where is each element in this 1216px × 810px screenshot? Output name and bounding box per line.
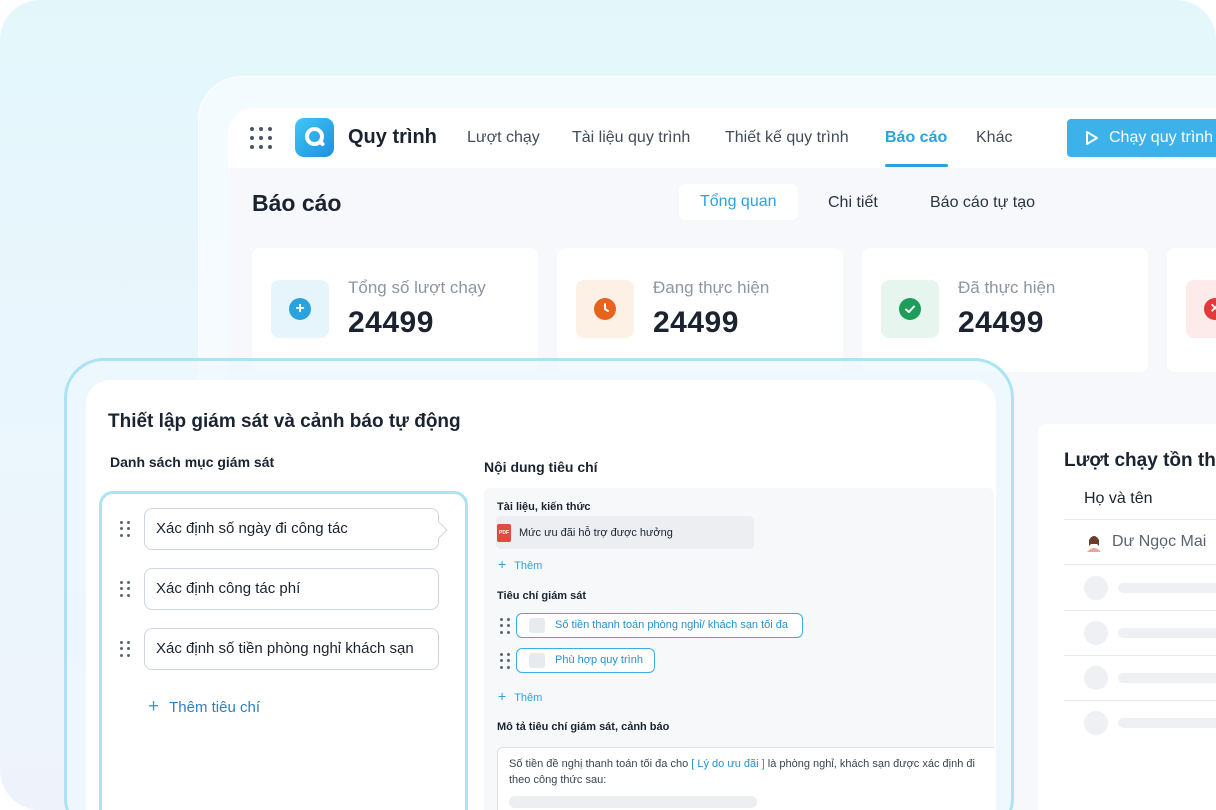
- monitor-item-phong-nghi[interactable]: Xác định số tiền phòng nghỉ khách sạn: [144, 628, 439, 670]
- drag-handle-icon[interactable]: [120, 581, 130, 597]
- column-header-name: Họ và tên: [1084, 490, 1153, 507]
- nav-bao-cao[interactable]: Báo cáo: [885, 129, 947, 147]
- nav-khac[interactable]: Khác: [976, 129, 1012, 147]
- monitor-list-label: Danh sách mục giám sát: [110, 454, 275, 470]
- play-icon: [1086, 131, 1098, 145]
- stat-label: Tổng số lượt chạy: [348, 278, 486, 297]
- doc-item-label: Mức ưu đãi hỗ trợ được hưởng: [519, 527, 673, 539]
- add-criterion-label: Thêm tiêu chí: [169, 699, 260, 716]
- stat-card-done: Đã thực hiện 24499: [862, 248, 1148, 372]
- check-icon: [881, 280, 939, 338]
- modal-title: Thiết lập giám sát và cảnh báo tự động: [108, 411, 461, 432]
- stat-card-in-progress: Đang thực hiện 24499: [557, 248, 843, 372]
- process-icon: [529, 653, 545, 668]
- add-doc-button[interactable]: + Thêm: [498, 556, 542, 572]
- add-criteria-label: Thêm: [514, 692, 543, 704]
- plus-icon: +: [498, 688, 507, 704]
- stat-card-cancelled: ×: [1167, 248, 1216, 372]
- criterion-chip-label: Phù hợp quy trình: [555, 654, 643, 666]
- running-list-title: Lượt chạy tồn th: [1064, 450, 1216, 471]
- tab-bao-cao-tu-tao[interactable]: Báo cáo tự tạo: [930, 194, 1035, 212]
- tab-tong-quan[interactable]: Tổng quan: [679, 184, 798, 220]
- add-criteria-button[interactable]: + Thêm: [498, 688, 542, 704]
- pdf-icon: PDF: [497, 524, 511, 542]
- description-text: Số tiền đề nghị thanh toán tối đa cho [ …: [509, 758, 975, 786]
- tab-chi-tiet[interactable]: Chi tiết: [828, 194, 878, 212]
- nav-luot-chay[interactable]: Lượt chạy: [467, 129, 540, 147]
- stat-value: 24499: [348, 306, 434, 339]
- plus-icon: +: [148, 696, 160, 717]
- criteria-label: Tiêu chí giám sát: [497, 590, 587, 602]
- running-list-card: Lượt chạy tồn th Họ và tên Dư Ngọc Mai: [1038, 424, 1216, 810]
- table-row-name[interactable]: Dư Ngọc Mai: [1112, 533, 1206, 551]
- docs-label: Tài liệu, kiến thức: [497, 501, 591, 513]
- monitor-item-cong-tac-phi[interactable]: Xác định công tác phí: [144, 568, 439, 610]
- nav-thiet-ke-quy-trinh[interactable]: Thiết kế quy trình: [725, 129, 849, 147]
- plus-icon: +: [271, 280, 329, 338]
- nav-active-indicator: [885, 164, 948, 167]
- stat-label: Đã thực hiện: [958, 278, 1056, 297]
- run-process-label: Chạy quy trình: [1109, 129, 1214, 146]
- reason-placeholder-tag[interactable]: [ Lý do ưu đãi ]: [691, 758, 764, 770]
- page-title: Báo cáo: [252, 190, 342, 216]
- nav-tai-lieu-quy-trinh[interactable]: Tài liệu quy trình: [572, 129, 690, 147]
- stat-value: 24499: [958, 306, 1044, 339]
- close-icon: ×: [1186, 280, 1216, 338]
- apps-grid-icon[interactable]: [250, 127, 272, 149]
- app-logo: [295, 118, 334, 157]
- avatar: [1087, 536, 1101, 552]
- drag-handle-icon[interactable]: [120, 641, 130, 657]
- criterion-chip-phu-hop[interactable]: Phù hợp quy trình: [516, 648, 655, 673]
- stat-value: 24499: [653, 306, 739, 339]
- add-criterion-button[interactable]: + Thêm tiêu chí: [148, 696, 260, 718]
- criterion-chip-label: Số tiền thanh toán phòng nghỉ/ khách sạn…: [555, 619, 789, 631]
- top-navbar: Quy trình Lượt chạy Tài liệu quy trình T…: [228, 108, 1216, 168]
- formula-placeholder: [509, 796, 757, 808]
- add-doc-label: Thêm: [514, 560, 543, 572]
- stat-label: Đang thực hiện: [653, 278, 770, 297]
- description-label: Mô tả tiêu chí giám sát, cảnh báo: [497, 721, 670, 733]
- formula-icon: [529, 618, 545, 633]
- criterion-content-label: Nội dung tiêu chí: [484, 459, 598, 475]
- monitor-item-so-ngay[interactable]: Xác định số ngày đi công tác: [144, 508, 439, 550]
- stat-card-total: + Tổng số lượt chạy 24499: [252, 248, 538, 372]
- run-process-button[interactable]: Chạy quy trình: [1067, 119, 1216, 157]
- drag-handle-icon[interactable]: [500, 618, 510, 634]
- clock-icon: [576, 280, 634, 338]
- plus-icon: +: [498, 556, 507, 572]
- drag-handle-icon[interactable]: [500, 653, 510, 669]
- criterion-chip-so-tien[interactable]: Số tiền thanh toán phòng nghỉ/ khách sạn…: [516, 613, 803, 638]
- drag-handle-icon[interactable]: [120, 521, 130, 537]
- app-title: Quy trình: [348, 126, 437, 148]
